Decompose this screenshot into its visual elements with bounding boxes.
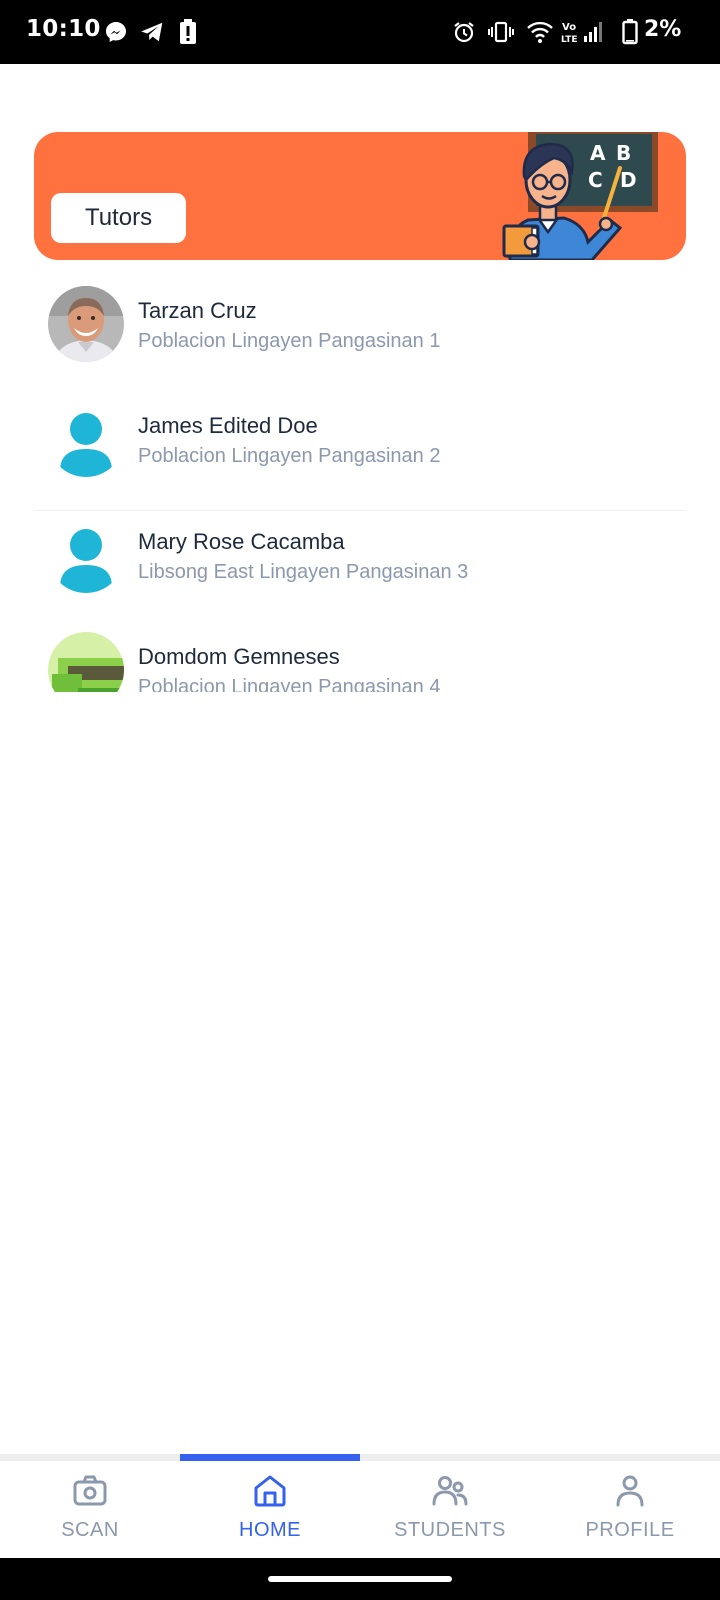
tutors-banner: Tutors A B C D bbox=[34, 132, 686, 260]
list-item[interactable]: Mary Rose Cacamba Libsong East Lingayen … bbox=[34, 509, 686, 627]
svg-text:C: C bbox=[588, 168, 603, 192]
list-item[interactable]: Tarzan Cruz Poblacion Lingayen Pangasina… bbox=[34, 278, 686, 396]
avatar bbox=[48, 632, 124, 692]
avatar bbox=[48, 286, 124, 362]
camera-icon bbox=[73, 1475, 107, 1506]
nav-scan[interactable]: SCAN bbox=[0, 1461, 180, 1558]
svg-text:Vo: Vo bbox=[562, 22, 576, 33]
battery-percentage: 2% bbox=[644, 17, 682, 42]
alarm-icon bbox=[454, 22, 474, 43]
alert-icon bbox=[180, 19, 196, 44]
tutor-name: Mary Rose Cacamba bbox=[138, 529, 345, 554]
teacher-illustration: A B C D bbox=[502, 132, 658, 260]
gesture-handle[interactable] bbox=[268, 1576, 452, 1582]
tutor-list: Tarzan Cruz Poblacion Lingayen Pangasina… bbox=[34, 278, 686, 692]
svg-text:A: A bbox=[590, 141, 606, 165]
tutor-name: James Edited Doe bbox=[138, 413, 318, 438]
bottom-navigation: SCAN HOME STUDENTS PROFILE bbox=[0, 1454, 720, 1558]
nav-home[interactable]: HOME bbox=[180, 1461, 360, 1558]
nav-home-label: HOME bbox=[239, 1519, 301, 1541]
list-item[interactable]: James Edited Doe Poblacion Lingayen Pang… bbox=[34, 393, 686, 511]
tutor-name: Tarzan Cruz bbox=[138, 298, 257, 323]
list-item[interactable]: Domdom Gemneses Poblacion Lingayen Panga… bbox=[34, 624, 686, 692]
nav-profile[interactable]: PROFILE bbox=[540, 1461, 720, 1558]
tutor-address: Libsong East Lingayen Pangasinan 3 bbox=[138, 561, 469, 583]
nav-students[interactable]: STUDENTS bbox=[360, 1461, 540, 1558]
tutor-name: Domdom Gemneses bbox=[138, 644, 340, 669]
vibrate-icon bbox=[488, 21, 514, 43]
profile-icon bbox=[616, 1475, 644, 1507]
students-icon bbox=[432, 1476, 468, 1506]
home-icon bbox=[254, 1475, 286, 1507]
avatar-photo bbox=[48, 286, 124, 362]
nav-profile-label: PROFILE bbox=[585, 1519, 675, 1541]
tutor-address: Poblacion Lingayen Pangasinan 1 bbox=[138, 330, 441, 352]
nav-scan-label: SCAN bbox=[61, 1519, 119, 1541]
avatar bbox=[48, 517, 124, 593]
default-person-icon bbox=[60, 413, 112, 477]
default-person-icon bbox=[60, 529, 112, 593]
volte-icon: Vo LTE bbox=[561, 22, 578, 45]
system-gesture-area bbox=[0, 1558, 720, 1600]
wifi-icon bbox=[527, 21, 553, 43]
svg-text:B: B bbox=[616, 141, 631, 165]
tutor-address: Poblacion Lingayen Pangasinan 2 bbox=[138, 445, 441, 467]
messenger-icon bbox=[106, 22, 126, 42]
avatar bbox=[48, 401, 124, 477]
battery-icon bbox=[622, 19, 638, 45]
tutor-address: Poblacion Lingayen Pangasinan 4 bbox=[138, 676, 441, 692]
svg-text:D: D bbox=[620, 168, 637, 192]
nav-students-label: STUDENTS bbox=[394, 1519, 506, 1541]
active-tab-indicator bbox=[180, 1454, 360, 1461]
svg-text:LTE: LTE bbox=[561, 35, 578, 45]
status-bar: 10:10 Vo LTE 2% bbox=[0, 0, 720, 64]
telegram-icon bbox=[141, 22, 163, 42]
status-time: 10:10 bbox=[26, 16, 101, 42]
tutors-button[interactable]: Tutors bbox=[51, 193, 186, 243]
avatar-photo bbox=[48, 632, 124, 692]
signal-icon bbox=[584, 22, 602, 42]
